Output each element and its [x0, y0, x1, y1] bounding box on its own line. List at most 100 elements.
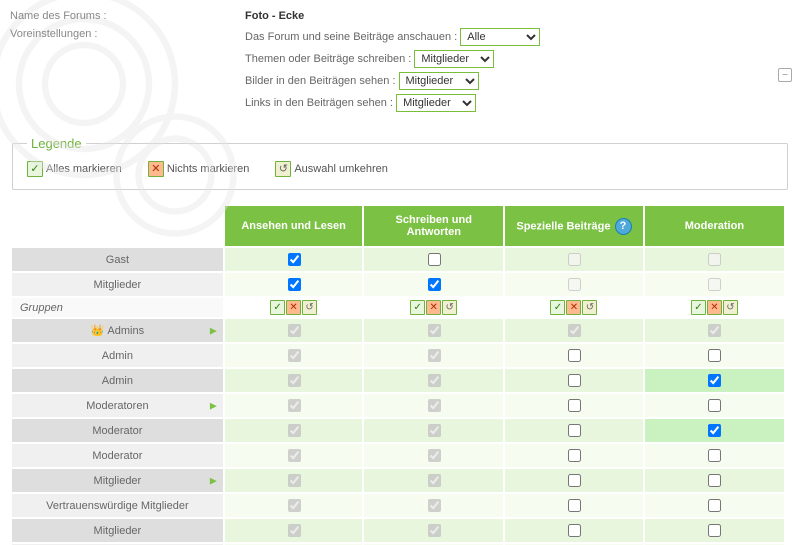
row-name: Moderator: [11, 443, 224, 468]
permissions-table: Ansehen und LesenSchreiben und Antworten…: [10, 204, 786, 545]
perm-checkbox[interactable]: [708, 499, 721, 512]
check-all-icon[interactable]: ✓: [691, 300, 706, 315]
perm-checkbox: [708, 324, 721, 337]
perm-checkbox: [568, 324, 581, 337]
perm-checkbox[interactable]: [288, 253, 301, 266]
expand-arrow-icon: ▶: [210, 475, 217, 486]
perm-checkbox[interactable]: [568, 349, 581, 362]
perm-checkbox: [288, 324, 301, 337]
bulk-actions: ✓✕↺: [410, 300, 457, 315]
forum-name-label: Name des Forums :: [10, 10, 245, 22]
invert-icon[interactable]: ↺: [302, 300, 317, 315]
perm-checkbox: [428, 374, 441, 387]
perm-checkbox[interactable]: [428, 278, 441, 291]
pref-select-1[interactable]: Mitglieder: [414, 50, 494, 68]
legend-title: Legende: [27, 136, 86, 151]
invert-icon[interactable]: ↺: [442, 300, 457, 315]
crown-icon: 👑: [91, 325, 105, 337]
unmark-all-button[interactable]: ✕ Nichts markieren: [148, 161, 250, 177]
check-all-icon: ✓: [27, 161, 43, 177]
check-all-icon[interactable]: ✓: [410, 300, 425, 315]
row-name[interactable]: 👑Admins▶: [11, 318, 224, 343]
perm-checkbox: [708, 253, 721, 266]
collapse-toggle[interactable]: −: [778, 68, 792, 82]
perm-checkbox[interactable]: [708, 524, 721, 537]
perm-checkbox: [428, 399, 441, 412]
invert-icon: ↺: [275, 161, 291, 177]
uncheck-all-icon[interactable]: ✕: [566, 300, 581, 315]
pref-select-3[interactable]: Mitglieder: [396, 94, 476, 112]
perm-checkbox[interactable]: [428, 253, 441, 266]
perm-checkbox: [288, 474, 301, 487]
pref-select-0[interactable]: Alle: [460, 28, 540, 46]
perm-checkbox: [288, 524, 301, 537]
perm-checkbox[interactable]: [708, 374, 721, 387]
col-header-2: Spezielle Beiträge?: [504, 205, 644, 247]
uncheck-all-icon[interactable]: ✕: [707, 300, 722, 315]
col-header-1: Schreiben und Antworten: [363, 205, 504, 247]
prefs-label: Voreinstellungen :: [10, 28, 245, 116]
help-icon[interactable]: ?: [615, 218, 632, 235]
pref-row-label: Bilder in den Beiträgen sehen :: [245, 75, 395, 87]
pref-row-label: Themen oder Beiträge schreiben :: [245, 53, 411, 65]
invert-icon[interactable]: ↺: [582, 300, 597, 315]
perm-checkbox[interactable]: [708, 399, 721, 412]
row-name: Admin: [11, 343, 224, 368]
perm-checkbox[interactable]: [708, 424, 721, 437]
perm-checkbox[interactable]: [568, 499, 581, 512]
pref-select-2[interactable]: Mitglieder: [399, 72, 479, 90]
row-name[interactable]: Moderatoren▶: [11, 393, 224, 418]
expand-arrow-icon: ▶: [210, 325, 217, 336]
perm-checkbox[interactable]: [708, 474, 721, 487]
perm-checkbox: [428, 424, 441, 437]
mark-all-button[interactable]: ✓ Alles markieren: [27, 161, 122, 177]
perm-checkbox[interactable]: [288, 278, 301, 291]
bulk-actions: ✓✕↺: [270, 300, 317, 315]
invert-icon[interactable]: ↺: [723, 300, 738, 315]
row-name: Moderator: [11, 418, 224, 443]
legend-fieldset: Legende ✓ Alles markieren ✕ Nichts marki…: [12, 136, 788, 190]
check-all-icon[interactable]: ✓: [550, 300, 565, 315]
perm-checkbox: [428, 324, 441, 337]
invert-button[interactable]: ↺ Auswahl umkehren: [275, 161, 388, 177]
perm-checkbox[interactable]: [568, 474, 581, 487]
pref-row-label: Links in den Beiträgen sehen :: [245, 97, 393, 109]
perm-checkbox: [428, 474, 441, 487]
perm-checkbox: [568, 278, 581, 291]
row-name: Vertrauenswürdige Mitglieder: [11, 493, 224, 518]
perm-checkbox: [288, 349, 301, 362]
perm-checkbox[interactable]: [568, 524, 581, 537]
perm-checkbox[interactable]: [708, 449, 721, 462]
perm-checkbox[interactable]: [568, 374, 581, 387]
expand-arrow-icon: ▶: [210, 400, 217, 411]
pref-row-label: Das Forum und seine Beiträge anschauen :: [245, 31, 457, 43]
perm-checkbox[interactable]: [568, 449, 581, 462]
perm-checkbox[interactable]: [568, 424, 581, 437]
uncheck-all-icon[interactable]: ✕: [426, 300, 441, 315]
perm-checkbox: [288, 449, 301, 462]
forum-name-value: Foto - Ecke: [245, 10, 304, 22]
col-header-0: Ansehen und Lesen: [224, 205, 364, 247]
uncheck-all-icon[interactable]: ✕: [286, 300, 301, 315]
perm-checkbox: [428, 349, 441, 362]
perm-checkbox: [288, 424, 301, 437]
perm-checkbox: [708, 278, 721, 291]
perm-checkbox: [288, 374, 301, 387]
perm-checkbox: [288, 499, 301, 512]
row-name: Gast: [11, 247, 224, 272]
row-name: Admin: [11, 368, 224, 393]
col-header-3: Moderation: [644, 205, 785, 247]
check-all-icon[interactable]: ✓: [270, 300, 285, 315]
perm-checkbox: [288, 399, 301, 412]
perm-checkbox: [428, 449, 441, 462]
row-name[interactable]: Mitglieder▶: [11, 468, 224, 493]
perm-checkbox[interactable]: [568, 399, 581, 412]
unmark-all-label: Nichts markieren: [167, 163, 250, 175]
bulk-actions: ✓✕↺: [550, 300, 597, 315]
row-name: Mitglieder: [11, 272, 224, 297]
perm-checkbox: [568, 253, 581, 266]
settings-block: Name des Forums : Foto - Ecke Voreinstel…: [0, 0, 800, 126]
perm-checkbox[interactable]: [708, 349, 721, 362]
perm-checkbox: [428, 499, 441, 512]
perm-checkbox: [428, 524, 441, 537]
